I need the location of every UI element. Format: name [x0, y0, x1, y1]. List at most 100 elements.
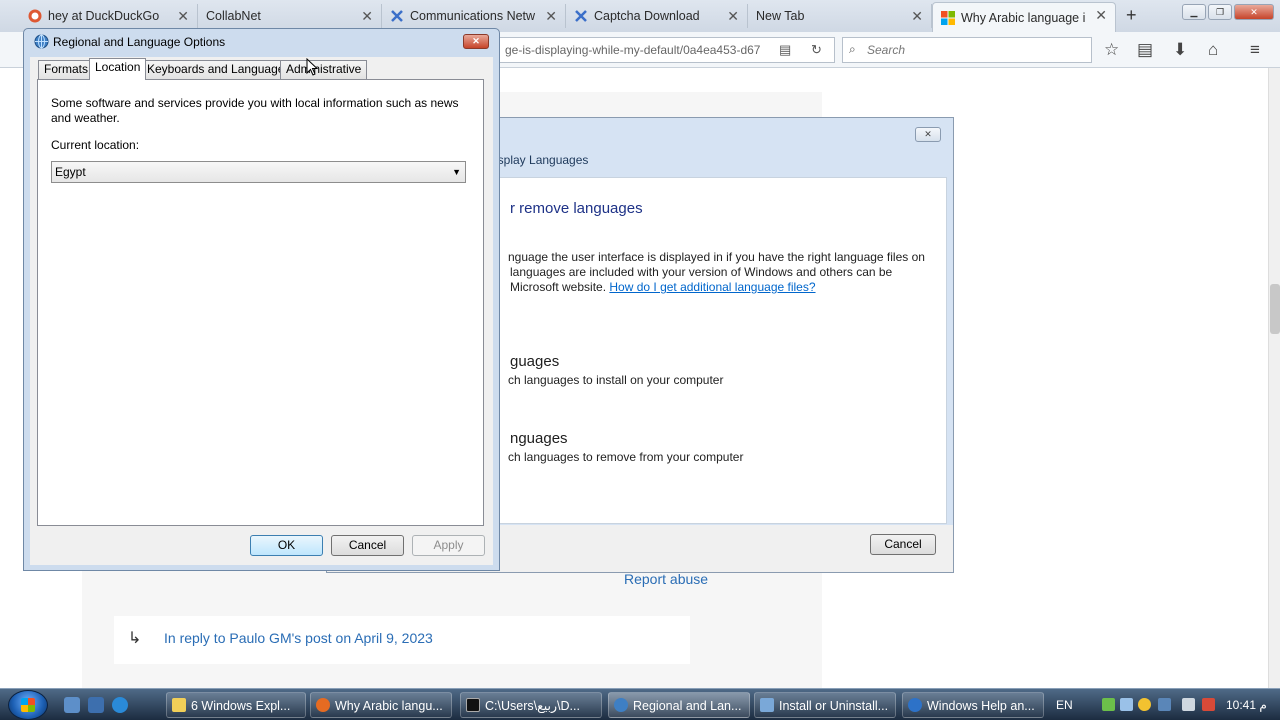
regional-language-dialog: Regional and Language Options ✕ Formats … — [23, 28, 500, 571]
tab-formats[interactable]: Formats — [38, 60, 95, 79]
downloads-icon[interactable]: ⬇ — [1173, 40, 1187, 60]
close-tab-icon[interactable]: ✕ — [177, 8, 189, 25]
minimize-icon[interactable]: ▁ — [1182, 4, 1206, 20]
folder-icon — [172, 698, 186, 712]
tab-collabnet[interactable]: CollabNet ✕ — [198, 4, 382, 28]
desc-line: nguage the user interface is displayed i… — [508, 250, 925, 264]
close-icon[interactable]: ✕ — [463, 34, 489, 49]
desc-line: languages are included with your version… — [510, 265, 893, 279]
action-center-icon[interactable] — [1120, 698, 1133, 711]
search-input[interactable]: ⌕ Search — [842, 37, 1092, 63]
tab-location[interactable]: Location — [89, 58, 147, 80]
current-location-value: Egypt — [55, 165, 86, 179]
dialog-body: Formats Location Keyboards and Languages… — [30, 57, 493, 565]
taskbar-item-label: C:\Users\ربيع\D... — [485, 699, 580, 713]
home-icon[interactable]: ⌂ — [1208, 40, 1218, 60]
x-logo-icon — [391, 10, 403, 22]
search-placeholder: Search — [867, 43, 906, 57]
browser-window-controls: ▁ ❐ ✕ — [1182, 4, 1274, 20]
monitor-icon[interactable] — [1158, 698, 1171, 711]
tab-label: Communications Netw — [410, 9, 536, 23]
cancel-button[interactable]: Cancel — [870, 534, 936, 555]
reload-icon[interactable]: ↻ — [811, 42, 822, 58]
shield-icon[interactable] — [1138, 698, 1151, 711]
close-tab-icon[interactable]: ✕ — [727, 8, 739, 25]
page-scrollbar[interactable] — [1268, 68, 1280, 688]
windows-logo-icon — [21, 698, 35, 712]
ok-button[interactable]: OK — [250, 535, 323, 556]
reader-view-icon[interactable]: ▤ — [779, 42, 791, 58]
install-languages-option[interactable]: guages — [510, 353, 559, 370]
chevron-down-icon: ▼ — [452, 167, 461, 177]
bookmarks-library-icon[interactable]: ▤ — [1137, 40, 1153, 60]
dialog-header: isplay Languages — [495, 153, 589, 167]
search-icon: ⌕ — [849, 42, 856, 56]
windows-logo-icon — [941, 10, 955, 25]
tab-administrative[interactable]: Administrative — [280, 60, 368, 79]
reply-arrow-icon: ↳ — [128, 630, 142, 647]
start-button[interactable] — [8, 690, 48, 720]
scrollbar-thumb[interactable] — [1270, 284, 1280, 334]
x-logo-icon — [575, 10, 587, 22]
dialog-title: Regional and Language Options — [53, 35, 226, 49]
dialog-description: nguage the user interface is displayed i… — [508, 250, 925, 295]
taskbar-item-label: 6 Windows Expl... — [191, 699, 291, 713]
close-tab-icon[interactable]: ✕ — [1095, 7, 1107, 24]
tab-duckduckgo[interactable]: hey at DuckDuckGo ✕ — [20, 4, 198, 28]
menu-icon[interactable]: ≡ — [1250, 40, 1260, 60]
tab-label: CollabNet — [206, 9, 261, 23]
cmd-icon — [466, 698, 480, 712]
reply-link[interactable]: In reply to Paulo GM's post on April 9, … — [164, 630, 433, 646]
close-tab-icon[interactable]: ✕ — [545, 8, 557, 25]
location-description: Some software and services provide you w… — [51, 96, 459, 125]
tab-new-tab[interactable]: New Tab ✕ — [748, 4, 932, 28]
close-icon[interactable]: ✕ — [915, 127, 941, 142]
taskbar-item-label: Why Arabic langu... — [335, 699, 443, 713]
tab-label: New Tab — [756, 9, 805, 23]
taskbar-item-install[interactable]: Install or Uninstall... — [754, 692, 896, 718]
reply-banner: ↳ In reply to Paulo GM's post on April 9… — [114, 616, 690, 664]
show-desktop-icon[interactable] — [64, 697, 80, 713]
switch-windows-icon[interactable] — [88, 697, 104, 713]
cancel-button[interactable]: Cancel — [331, 535, 404, 556]
taskbar-item-help[interactable]: Windows Help an... — [902, 692, 1044, 718]
internet-explorer-icon[interactable] — [112, 697, 128, 713]
network-icon[interactable] — [1102, 698, 1115, 711]
close-tab-icon[interactable]: ✕ — [361, 8, 373, 25]
additional-language-files-link[interactable]: How do I get additional language files? — [609, 280, 815, 294]
new-tab-icon[interactable]: + — [1126, 5, 1137, 26]
tab-label: hey at DuckDuckGo — [48, 9, 160, 23]
tab-keyboards-languages[interactable]: Keyboards and Languages — [141, 60, 297, 79]
url-bar[interactable]: ge-is-displaying-while-my-default/0a4ea4… — [480, 37, 835, 63]
close-tab-icon[interactable]: ✕ — [911, 8, 923, 25]
taskbar-item-label: Install or Uninstall... — [779, 699, 889, 713]
globe-icon — [34, 34, 49, 49]
tab-why-arabic[interactable]: Why Arabic language is ✕ — [932, 2, 1116, 32]
tab-communications[interactable]: Communications Netw ✕ — [382, 4, 566, 28]
uninstall-languages-sub: ch languages to remove from your compute… — [508, 450, 744, 464]
desc-line: Microsoft website. — [510, 280, 607, 294]
globe-icon — [614, 698, 628, 712]
volume-muted-icon[interactable] — [1202, 698, 1215, 711]
dialog-heading: r remove languages — [510, 200, 643, 217]
taskbar-item-cmd[interactable]: C:\Users\ربيع\D... — [460, 692, 602, 718]
restore-icon[interactable]: ❐ — [1208, 4, 1232, 20]
taskbar-item-firefox[interactable]: Why Arabic langu... — [310, 692, 452, 718]
display-icon[interactable] — [1182, 698, 1195, 711]
taskbar-item-explorer[interactable]: 6 Windows Expl... — [166, 692, 306, 718]
current-location-select[interactable]: Egypt ▼ — [51, 161, 466, 183]
current-location-label: Current location: — [51, 138, 140, 152]
tab-captcha[interactable]: Captcha Download ✕ — [566, 4, 748, 28]
report-abuse-link[interactable]: Report abuse — [624, 571, 708, 587]
uninstall-languages-option[interactable]: nguages — [510, 430, 568, 447]
apply-button[interactable]: Apply — [412, 535, 485, 556]
url-text: ge-is-displaying-while-my-default/0a4ea4… — [505, 43, 761, 57]
install-languages-sub: ch languages to install on your computer — [508, 373, 724, 387]
taskbar-item-regional[interactable]: Regional and Lan... — [608, 692, 750, 718]
tab-label: Why Arabic language is — [961, 10, 1085, 25]
bookmark-star-icon[interactable]: ☆ — [1104, 40, 1119, 60]
language-indicator[interactable]: EN — [1056, 689, 1073, 720]
close-window-icon[interactable]: ✕ — [1234, 4, 1274, 20]
duckduckgo-icon — [28, 9, 42, 23]
clock[interactable]: 10:41 م — [1226, 689, 1267, 720]
